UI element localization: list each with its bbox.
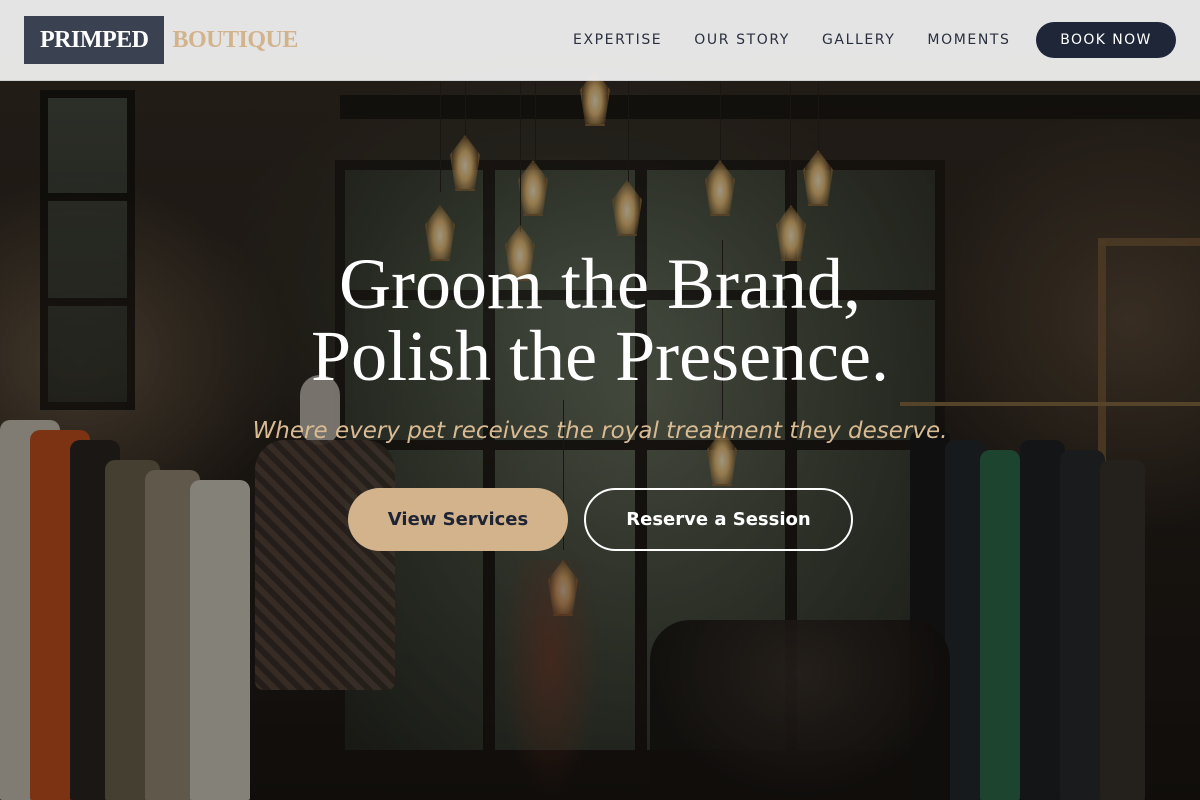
brand-logo[interactable]: PRIMPED BOUTIQUE	[24, 16, 298, 64]
nav-link-expertise[interactable]: EXPERTISE	[573, 31, 662, 49]
hero-title-line-2: Polish the Presence.	[311, 316, 889, 396]
nav-link-gallery[interactable]: GALLERY	[822, 31, 895, 49]
top-navbar: PRIMPED BOUTIQUE EXPERTISE OUR STORY GAL…	[0, 0, 1200, 81]
view-services-button[interactable]: View Services	[348, 488, 568, 551]
brand-logo-primary: PRIMPED	[24, 16, 165, 64]
hero-subtitle: Where every pet receives the royal treat…	[252, 418, 948, 444]
brand-logo-secondary: BOUTIQUE	[172, 26, 298, 53]
nav-link-our-story[interactable]: OUR STORY	[694, 31, 790, 49]
reserve-session-button[interactable]: Reserve a Session	[584, 488, 853, 551]
nav-link-moments[interactable]: MOMENTS	[927, 31, 1010, 49]
book-now-button[interactable]: BOOK NOW	[1036, 22, 1176, 58]
hero-title: Groom the Brand, Polish the Presence.	[0, 248, 1200, 392]
hero-title-line-1: Groom the Brand,	[339, 244, 861, 324]
hero-background-image	[0, 0, 1200, 800]
nav-menu: EXPERTISE OUR STORY GALLERY MOMENTS	[573, 31, 1011, 49]
hero-overlay	[0, 0, 1200, 800]
